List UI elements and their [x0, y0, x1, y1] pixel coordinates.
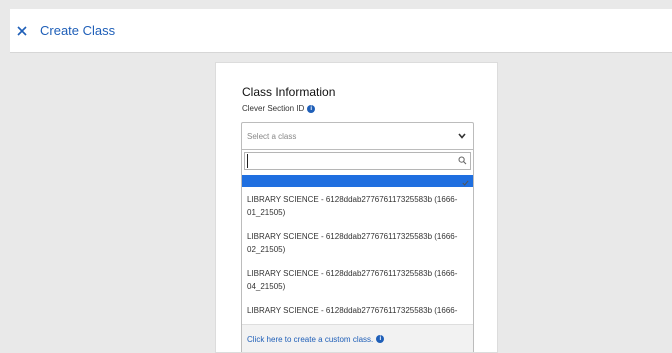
search-input[interactable] — [247, 154, 452, 168]
close-icon — [17, 25, 27, 36]
top-bar: Create Class — [10, 9, 672, 53]
blank-option-highlighted[interactable] — [242, 175, 473, 187]
select-placeholder: Select a class — [247, 132, 297, 141]
class-dropdown: LIBRARY SCIENCE - 6128ddab27767611732558… — [241, 149, 474, 352]
list-item[interactable]: LIBRARY SCIENCE - 6128ddab27767611732558… — [242, 187, 473, 224]
section-title: Class Information — [242, 85, 336, 99]
dropdown-search — [244, 152, 471, 170]
check-icon — [462, 180, 469, 186]
list-item[interactable]: LIBRARY SCIENCE - 6128ddab27767611732558… — [242, 224, 473, 261]
create-custom-class-link[interactable]: Click here to create a custom class. i — [242, 324, 473, 352]
list-item[interactable]: LIBRARY SCIENCE - 6128ddab27767611732558… — [242, 261, 473, 298]
chevron-down-icon — [458, 133, 466, 139]
class-info-card: Class Information Clever Section ID i Se… — [215, 62, 498, 353]
clever-section-id-label: Clever Section ID i — [242, 104, 316, 113]
page-title: Create Class — [40, 23, 116, 38]
info-icon[interactable]: i — [376, 335, 385, 343]
list-item[interactable]: LIBRARY SCIENCE - 6128ddab27767611732558… — [242, 298, 473, 319]
custom-class-link-text: Click here to create a custom class. — [247, 334, 374, 344]
search-icon — [458, 156, 467, 165]
close-button[interactable] — [12, 21, 32, 41]
class-select[interactable]: Select a class — [241, 122, 474, 151]
field-label-text: Clever Section ID — [242, 104, 305, 113]
info-icon[interactable]: i — [307, 104, 316, 113]
options-list: LIBRARY SCIENCE - 6128ddab27767611732558… — [242, 187, 473, 319]
